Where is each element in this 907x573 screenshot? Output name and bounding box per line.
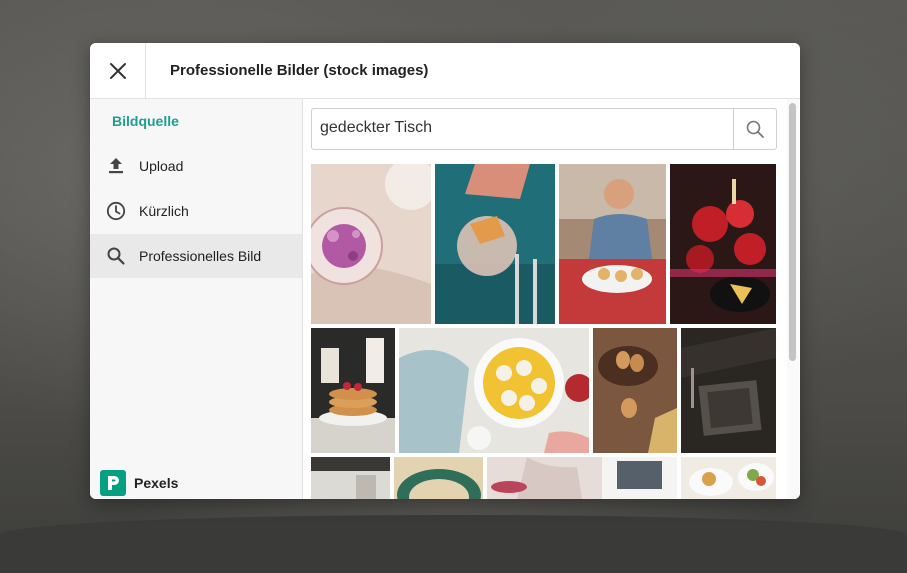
sidebar-item-label: Upload [139,158,184,174]
sidebar-item-professional-image[interactable]: Professionelles Bild [90,234,302,278]
results-panel [303,99,800,499]
result-image[interactable] [681,457,776,499]
dialog-title: Professionelle Bilder (stock images) [170,62,429,79]
search-button[interactable] [733,109,776,149]
result-image[interactable] [399,328,589,453]
result-image[interactable] [487,457,677,499]
result-image[interactable] [593,328,677,453]
sidebar-item-upload[interactable]: Upload [90,144,302,188]
pexels-brand[interactable]: Pexels [100,470,178,496]
pexels-logo-icon [100,470,126,496]
sidebar-item-label: Professionelles Bild [139,248,262,264]
search-icon [746,120,764,138]
search-box [311,108,777,150]
image-results-grid [303,99,783,499]
dialog-header: Professionelle Bilder (stock images) [90,43,800,99]
sidebar-heading: Bildquelle [112,113,179,129]
upload-icon [105,155,127,177]
source-sidebar: Bildquelle Upload Kürzlich Professionell… [90,99,303,499]
background-floor [0,515,907,573]
brand-label: Pexels [134,475,179,491]
sidebar-item-label: Kürzlich [139,203,189,219]
sidebar-item-recent[interactable]: Kürzlich [90,189,302,233]
result-image[interactable] [311,164,431,324]
result-image[interactable] [311,328,395,453]
close-icon [109,62,126,79]
search-input[interactable] [312,109,730,147]
stock-image-dialog: Professionelle Bilder (stock images) Bil… [90,43,800,499]
result-image[interactable] [394,457,483,499]
result-image[interactable] [559,164,666,324]
scrollbar-thumb[interactable] [789,103,796,361]
clock-icon [105,200,127,222]
result-image[interactable] [681,328,776,453]
result-image[interactable] [311,457,390,499]
close-button[interactable] [90,43,146,98]
search-icon [105,245,127,267]
result-image[interactable] [670,164,776,324]
result-image[interactable] [435,164,555,324]
results-scrollbar[interactable] [787,99,799,499]
